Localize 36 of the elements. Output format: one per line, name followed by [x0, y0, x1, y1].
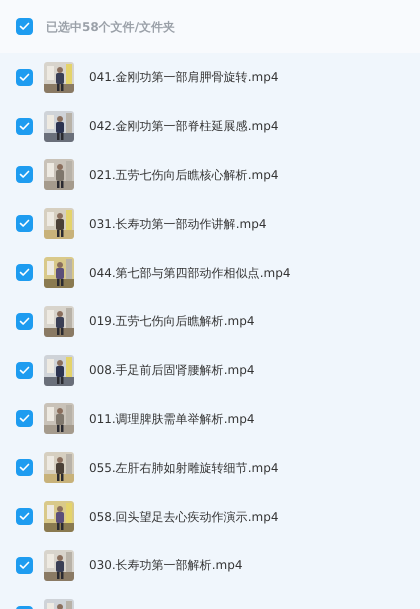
file-name[interactable]: 008.手足前后固肾腰解析.mp4: [89, 361, 254, 380]
check-icon: [19, 219, 30, 228]
check-icon: [19, 122, 30, 131]
checkbox[interactable]: [16, 459, 33, 476]
check-icon: [19, 414, 30, 424]
file-name[interactable]: 019.五劳七伤向后瞧解析.mp4: [89, 312, 254, 330]
file-name[interactable]: 058.回头望足去心疾动作演示.mp4: [89, 508, 278, 526]
checkbox[interactable]: [16, 362, 33, 379]
selection-count: 已选中58个文件/文件夹: [46, 18, 176, 36]
file-name[interactable]: 044.第七部与第四部动作相似点.mp4: [89, 264, 290, 282]
file-name[interactable]: 011.调理脾肤需单举解析.mp4: [89, 410, 254, 428]
file-name[interactable]: 041.金刚功第一部肩胛骨旋转.mp4: [89, 68, 278, 86]
file-name[interactable]: 042.金刚功第一部脊柱延展感.mp4: [89, 117, 278, 136]
check-icon: [19, 22, 30, 31]
checkbox[interactable]: [16, 215, 33, 232]
check-icon: [19, 512, 30, 522]
check-icon: [19, 366, 30, 375]
check-icon: [19, 463, 30, 472]
file-name[interactable]: 055.左肝右肺如射雕旋转细节.mp4: [89, 458, 278, 477]
checkbox[interactable]: [16, 508, 33, 526]
checkbox[interactable]: [16, 264, 33, 282]
file-name[interactable]: 030.长寿功第一部解析.mp4: [89, 556, 242, 574]
checkbox[interactable]: [16, 556, 33, 574]
checkbox[interactable]: [16, 68, 33, 86]
check-icon: [19, 316, 30, 326]
check-icon: [19, 170, 30, 180]
check-icon: [19, 268, 30, 278]
check-icon: [19, 560, 30, 570]
file-name[interactable]: 031.长寿功第一部动作讲解.mp4: [89, 214, 266, 233]
checkbox[interactable]: [16, 410, 33, 428]
file-name[interactable]: 021.五劳七伤向后瞧核心解析.mp4: [89, 166, 278, 184]
checkbox[interactable]: [16, 18, 33, 35]
checkbox[interactable]: [16, 166, 33, 184]
checkbox[interactable]: [16, 118, 33, 135]
check-icon: [19, 72, 30, 82]
checkbox[interactable]: [16, 312, 33, 330]
